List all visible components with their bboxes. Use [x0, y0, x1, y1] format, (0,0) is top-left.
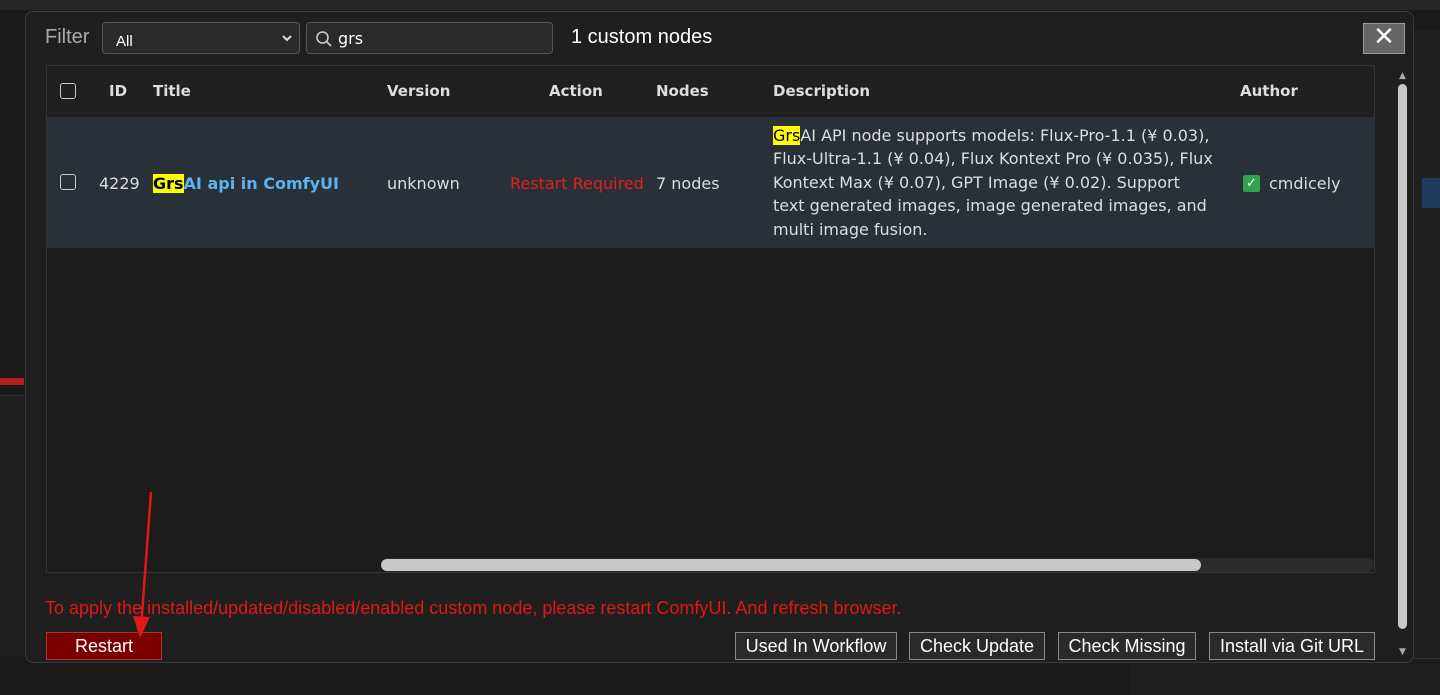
background-bottom-bar — [1130, 658, 1440, 695]
header-description[interactable]: Description — [773, 82, 870, 100]
restart-notice: To apply the installed/updated/disabled/… — [45, 598, 902, 618]
description-rest: AI API node supports models: Flux-Pro-1.… — [773, 126, 1213, 239]
filter-label: Filter — [45, 26, 90, 48]
scroll-down-icon[interactable]: ▼ — [1396, 646, 1409, 658]
background-left-panel — [0, 395, 24, 656]
close-button[interactable]: ✕ — [1363, 23, 1405, 54]
chevron-down-icon — [281, 28, 293, 51]
header-title[interactable]: Title — [153, 82, 191, 100]
custom-nodes-manager-dialog: Filter All grs 1 custom nodes ✕ ID Title… — [25, 11, 1414, 663]
vertical-scrollbar-thumb[interactable] — [1398, 84, 1407, 629]
row-description: GrsAI API node supports models: Flux-Pro… — [773, 124, 1213, 241]
description-highlight: Grs — [773, 126, 801, 145]
title-rest: AI api in ComfyUI — [183, 174, 339, 193]
row-id: 4229 — [99, 174, 140, 193]
search-icon — [315, 30, 333, 52]
filter-select[interactable]: All — [102, 22, 300, 54]
background-right-panel — [1414, 30, 1440, 670]
node-title-link[interactable]: GrsAI api in ComfyUI — [153, 174, 339, 193]
filter-select-value: All — [116, 33, 133, 50]
vertical-scrollbar[interactable]: ▲ ▼ — [1396, 70, 1409, 660]
result-count: 1 custom nodes — [571, 26, 713, 48]
check-icon: ✓ — [1243, 175, 1260, 192]
header-version[interactable]: Version — [387, 82, 450, 100]
used-in-workflow-button[interactable]: Used In Workflow — [735, 632, 897, 660]
header-action[interactable]: Action — [549, 82, 603, 100]
row-checkbox[interactable] — [60, 174, 76, 190]
search-input[interactable]: grs — [306, 22, 553, 54]
restart-button[interactable]: Restart — [46, 632, 162, 660]
table-header: ID Title Version Action Nodes Descriptio… — [47, 66, 1374, 118]
row-action-status: Restart Required — [510, 174, 644, 193]
check-update-button[interactable]: Check Update — [909, 632, 1045, 660]
check-missing-button[interactable]: Check Missing — [1058, 632, 1196, 660]
background-topbar — [0, 0, 1440, 10]
header-nodes[interactable]: Nodes — [656, 82, 709, 100]
install-via-git-url-button[interactable]: Install via Git URL — [1209, 632, 1375, 660]
search-value: grs — [338, 29, 364, 48]
select-all-checkbox[interactable] — [60, 83, 76, 99]
background-selected-block — [1422, 178, 1440, 208]
horizontal-scrollbar-thumb[interactable] — [381, 559, 1201, 571]
title-highlight: Grs — [153, 174, 184, 193]
background-red-bar — [0, 378, 24, 385]
nodes-table: ID Title Version Action Nodes Descriptio… — [46, 65, 1375, 573]
header-author[interactable]: Author — [1240, 82, 1298, 100]
header-id[interactable]: ID — [109, 82, 127, 100]
close-icon: ✕ — [1373, 22, 1395, 52]
row-author: cmdicely — [1269, 174, 1341, 193]
horizontal-scrollbar[interactable] — [381, 558, 1374, 572]
table-row: 4229 GrsAI api in ComfyUI unknown Restar… — [47, 117, 1374, 248]
row-version: unknown — [387, 174, 460, 193]
scroll-up-icon[interactable]: ▲ — [1396, 70, 1409, 82]
row-nodes: 7 nodes — [656, 174, 720, 193]
